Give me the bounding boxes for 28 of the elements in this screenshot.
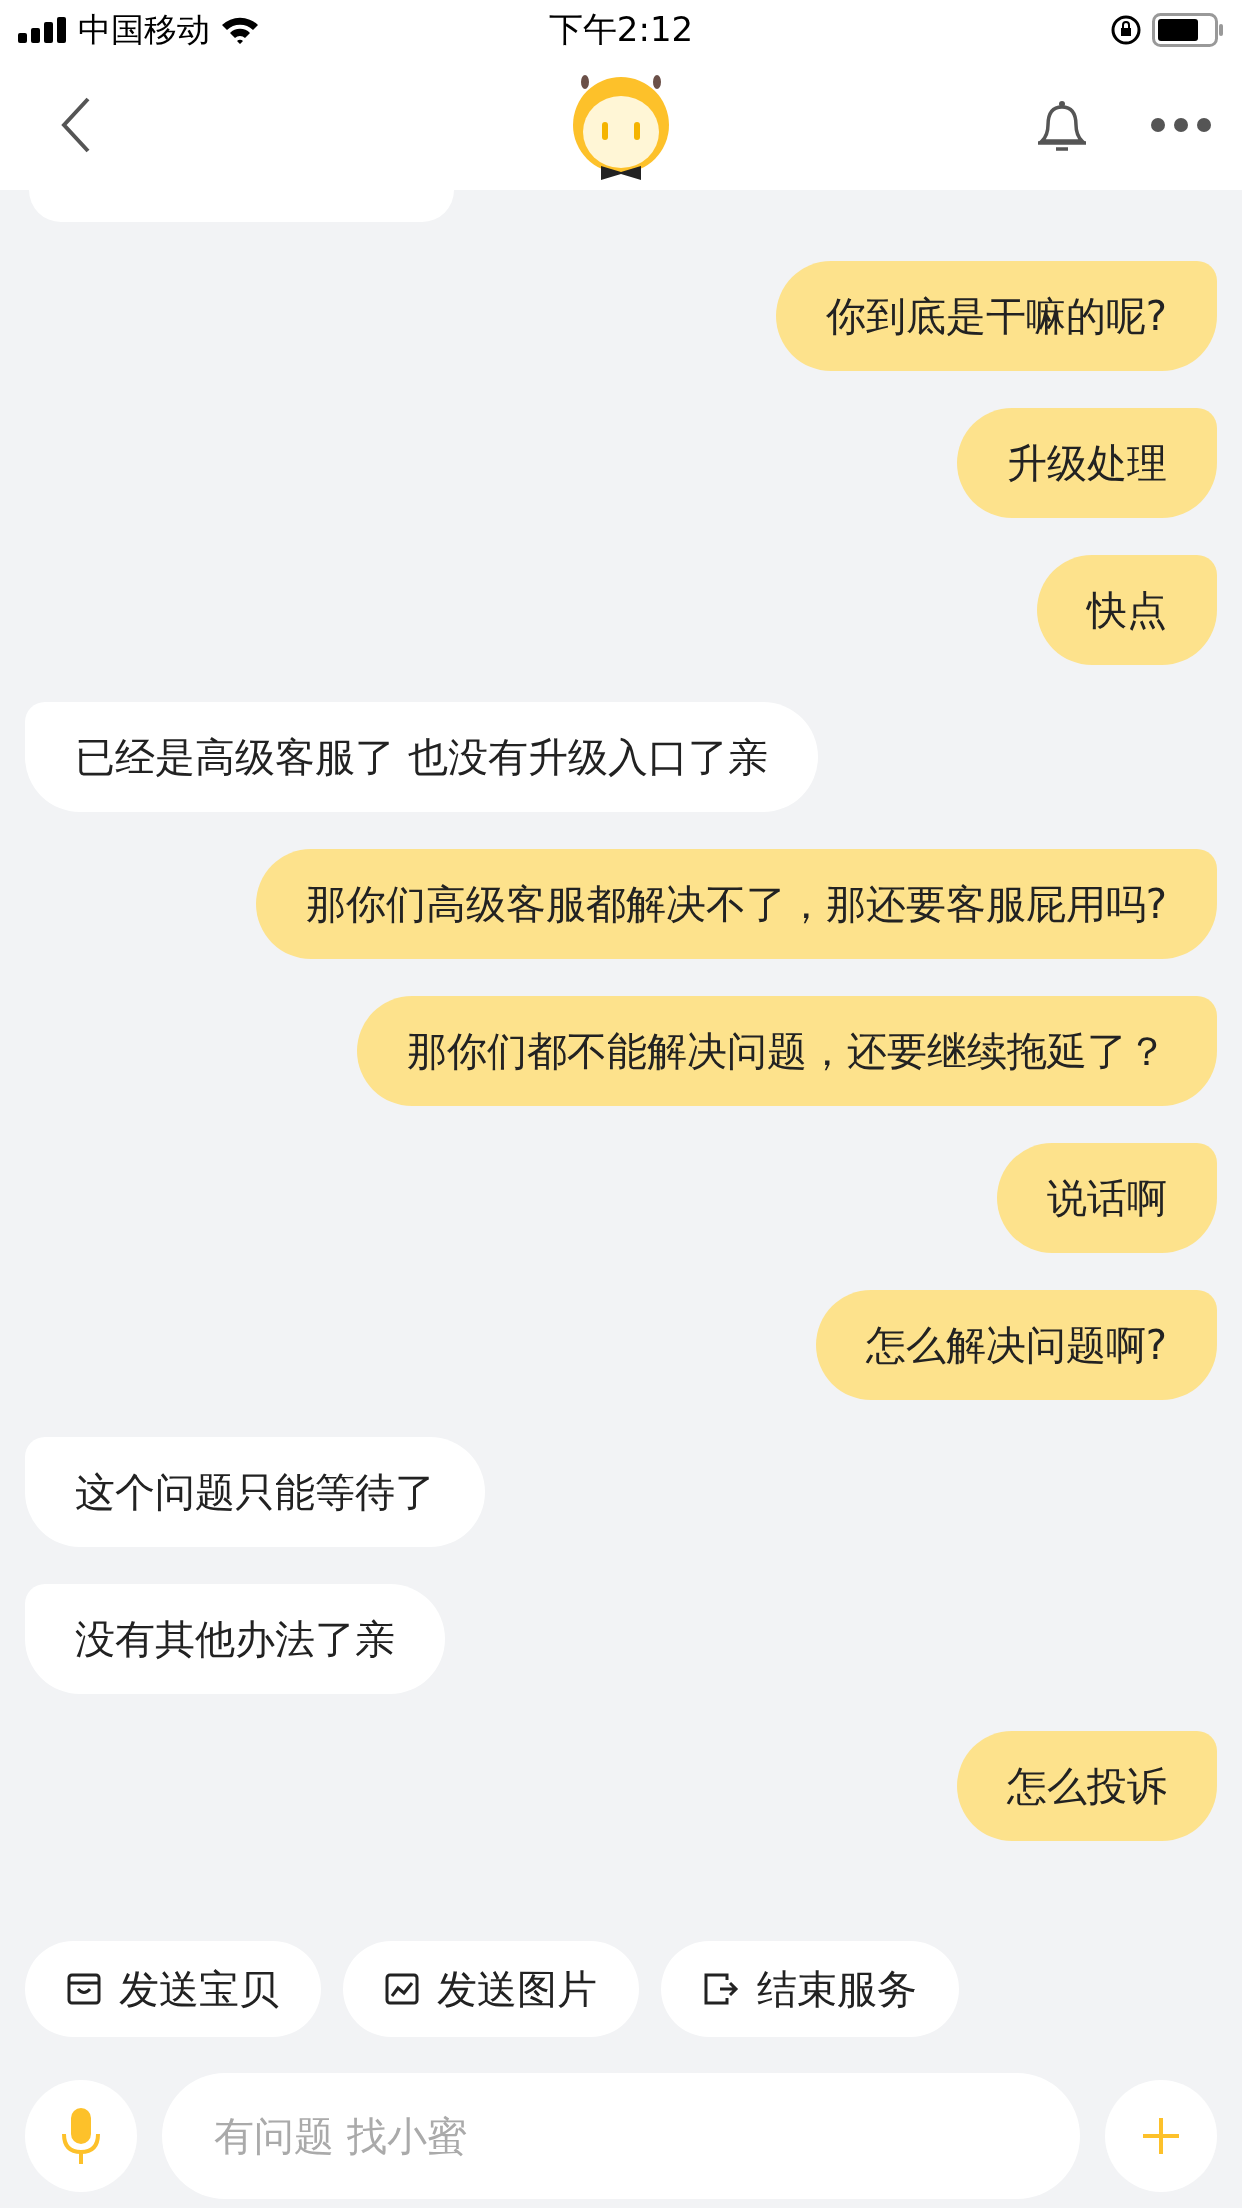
message-bubble: 快点 [1037,555,1217,665]
message-bubble: 怎么投诉 [957,1731,1217,1841]
message-input[interactable]: 有问题 找小蜜 [162,2073,1080,2199]
rotation-lock-icon [1110,14,1142,46]
status-time: 下午2:12 [548,8,694,51]
message-bubble: 说话啊 [997,1143,1217,1253]
message-bubble: 已经是高级客服了 也没有升级入口了亲 [25,702,818,812]
message-bubble: 那你们都不能解决问题，还要继续拖延了？ [357,996,1217,1106]
bag-icon [67,1972,101,2006]
plus-icon [1141,2116,1181,2156]
message-bubble: 你到底是干嘛的呢? [775,261,1217,371]
message-bubble: 怎么解决问题啊? [815,1290,1217,1400]
message-bubble: 没有其他办法了亲 [25,1584,445,1694]
quick-action-button[interactable]: 结束服务 [661,1941,959,2037]
back-button[interactable] [60,97,92,153]
battery-icon [1152,13,1224,47]
message-bubble: 那你们高级客服都解决不了，那还要客服屁用吗? [255,849,1217,959]
carrier-name: 中国移动 [78,8,210,51]
exit-icon [703,1972,739,2006]
quick-action-button[interactable]: 发送图片 [343,1941,639,2037]
message-bubble: 升级处理 [957,408,1217,518]
signal-icon [18,17,68,43]
image-icon [385,1972,419,2006]
quick-action-button[interactable]: 发送宝贝 [25,1941,321,2037]
microphone-icon [61,2106,101,2166]
more-options-icon[interactable] [1150,117,1212,133]
message-bubble: 这个问题只能等待了 [25,1437,485,1547]
wifi-icon [220,16,260,44]
